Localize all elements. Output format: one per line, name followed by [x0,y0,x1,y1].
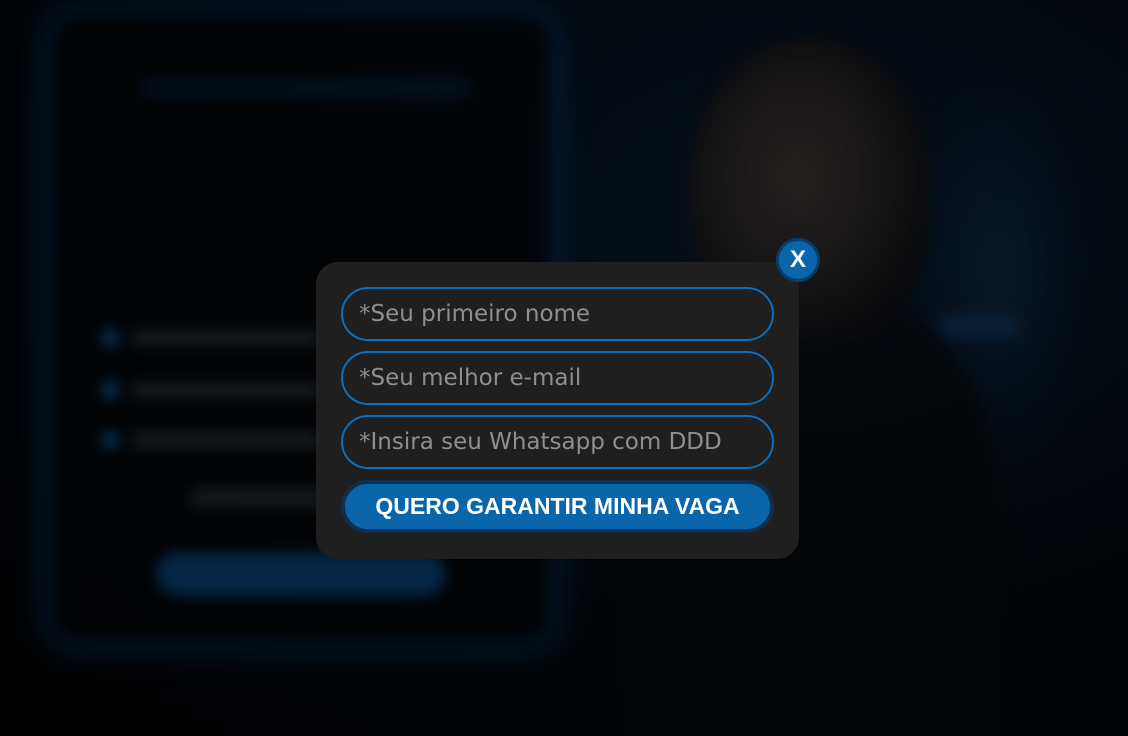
submit-button[interactable]: QUERO GARANTIR MINHA VAGA [341,480,774,533]
email-input[interactable] [341,351,774,405]
whatsapp-input[interactable] [341,415,774,469]
close-button[interactable]: X [776,238,820,282]
page: QUERO GARANTIR MINHA VAGA X [0,0,1128,736]
close-icon: X [789,246,806,273]
first-name-input[interactable] [341,287,774,341]
